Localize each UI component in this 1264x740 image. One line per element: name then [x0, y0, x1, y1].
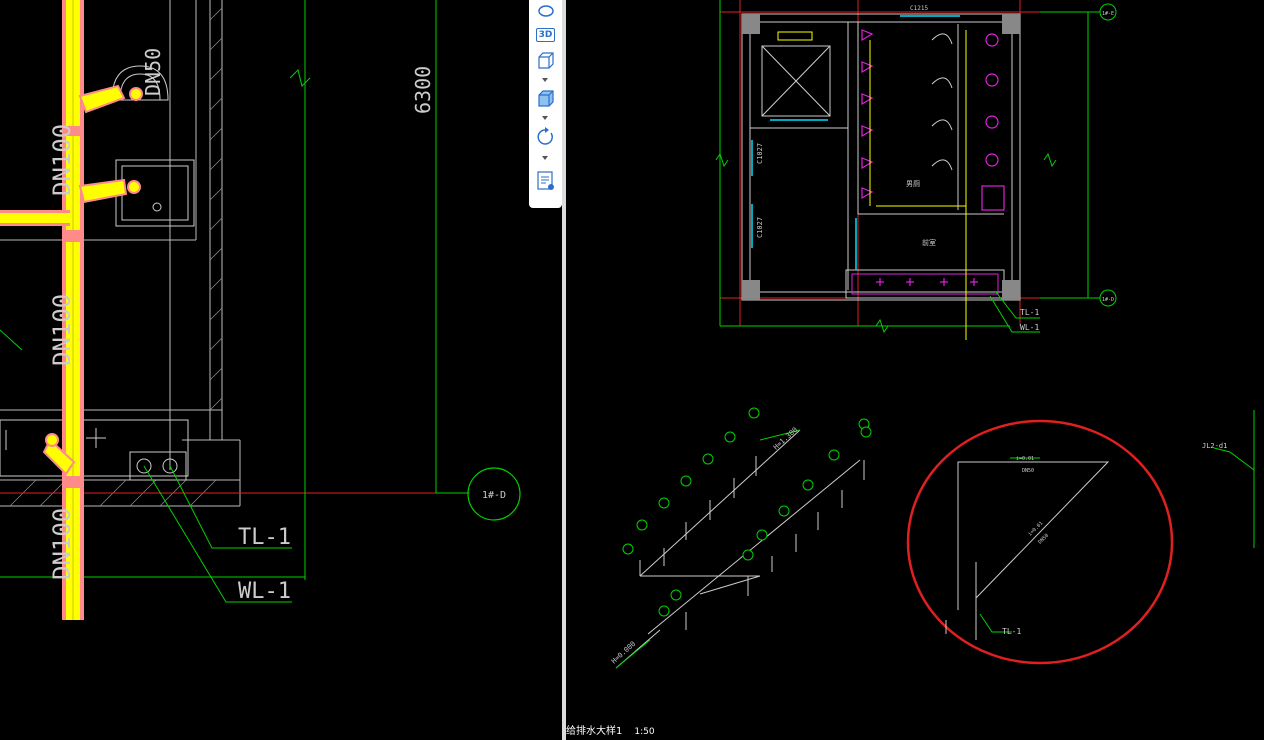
room-label-front: 前室 [922, 238, 936, 247]
axis-bubble-left-label: 1#-D [482, 490, 506, 501]
pipe-label-dn100-2: DN100 [48, 294, 76, 366]
properties-icon[interactable] [533, 170, 558, 192]
door-label-c1027-a: C1027 [756, 143, 764, 164]
isometric-leaders [615, 429, 801, 669]
axis-bubble-top-label: 1#-E [1102, 11, 1114, 17]
axis-bubble-top[interactable]: 1#-E [1099, 3, 1117, 21]
axis-bubble-bottom-label: 1#-D [1102, 297, 1114, 303]
circled-label-slope-top: i=0.01 [1016, 456, 1034, 462]
caption-title: 给排水大样1 [566, 726, 623, 737]
toilet-fixtures [861, 29, 1005, 286]
right-viewport[interactable]: 前室 男厕 C1215 C1027 C1027 1#-E 1#-D TL-1 W… [566, 0, 1264, 740]
side-riser-label: JL2-d1 [1202, 442, 1227, 450]
view-3d-label: 3D [535, 28, 556, 42]
circled-leader-lines [979, 457, 1040, 633]
left-fixtures [0, 65, 195, 481]
circled-label-dn50-top: DN50 [1022, 468, 1034, 474]
caption-scale: 1:50 [634, 727, 655, 737]
pipe-label-dn50-fragment: DN50 [141, 48, 165, 96]
right-drawing-canvas[interactable]: 前室 男厕 C1215 C1027 C1027 1#-E 1#-D TL-1 W… [566, 0, 1264, 740]
left-walls [0, 0, 241, 507]
iso-elevation-high: H=1.300 [772, 426, 799, 452]
right-walls [741, 13, 1021, 301]
left-drawing-canvas[interactable]: DN100 DN100 DN100 DN50 6300 1#-D TL-1 WL… [0, 0, 562, 740]
isometric-risers [663, 456, 865, 630]
chevron-down-icon[interactable] [542, 156, 548, 160]
wall-columns [742, 14, 1020, 300]
room-label-mens: 男厕 [906, 180, 920, 188]
circled-label-dn50-diag: DN50 [1037, 533, 1050, 546]
isometric-pipe-lines [615, 429, 861, 669]
rotate-icon[interactable] [533, 126, 558, 148]
side-riser [1213, 410, 1255, 548]
elevator-sign [777, 31, 813, 41]
leader-label-wl1-plan: WL-1 [1020, 323, 1039, 332]
circled-label-tl1: TL-1 [1002, 627, 1021, 636]
chevron-down-icon[interactable] [542, 78, 548, 82]
circled-pipe-detail [945, 461, 1110, 640]
door-window-marks [751, 15, 960, 270]
leader-label-wl1-left: WL-1 [238, 579, 291, 604]
leader-label-tl1-left: TL-1 [238, 525, 291, 550]
door-label-c1215: C1215 [910, 5, 928, 12]
view-navigation-toolbar: 3D [529, 0, 562, 208]
right-axis-lines [720, 0, 1100, 326]
stall-partitions [931, 24, 959, 210]
pipe-label-dn100-1: DN100 [48, 124, 76, 196]
drawing-caption: 给排水大样1 1:50 [566, 722, 655, 737]
view-3d-button[interactable]: 3D [533, 24, 558, 46]
axis-bubble-left[interactable]: 1#-D [467, 467, 521, 521]
view-cube-shaded-icon[interactable] [533, 88, 558, 110]
view-cube-front-icon[interactable] [533, 50, 558, 72]
isometric-fixture-bubbles [622, 407, 872, 617]
pipe-label-dn100-3: DN100 [48, 508, 76, 580]
chevron-down-icon[interactable] [542, 116, 548, 120]
leader-label-tl1-plan: TL-1 [1020, 308, 1039, 317]
circled-label-slope-diag: i=0.01 [1027, 521, 1044, 538]
left-wall-hatching [9, 7, 223, 507]
dimension-6300: 6300 [411, 66, 435, 114]
axis-bubble-bottom[interactable]: 1#-D [1099, 289, 1117, 307]
door-label-c1027-b: C1027 [756, 217, 764, 238]
left-viewport[interactable]: DN100 DN100 DN100 DN50 6300 1#-D TL-1 WL… [0, 0, 562, 740]
orbit-icon[interactable] [533, 0, 558, 22]
